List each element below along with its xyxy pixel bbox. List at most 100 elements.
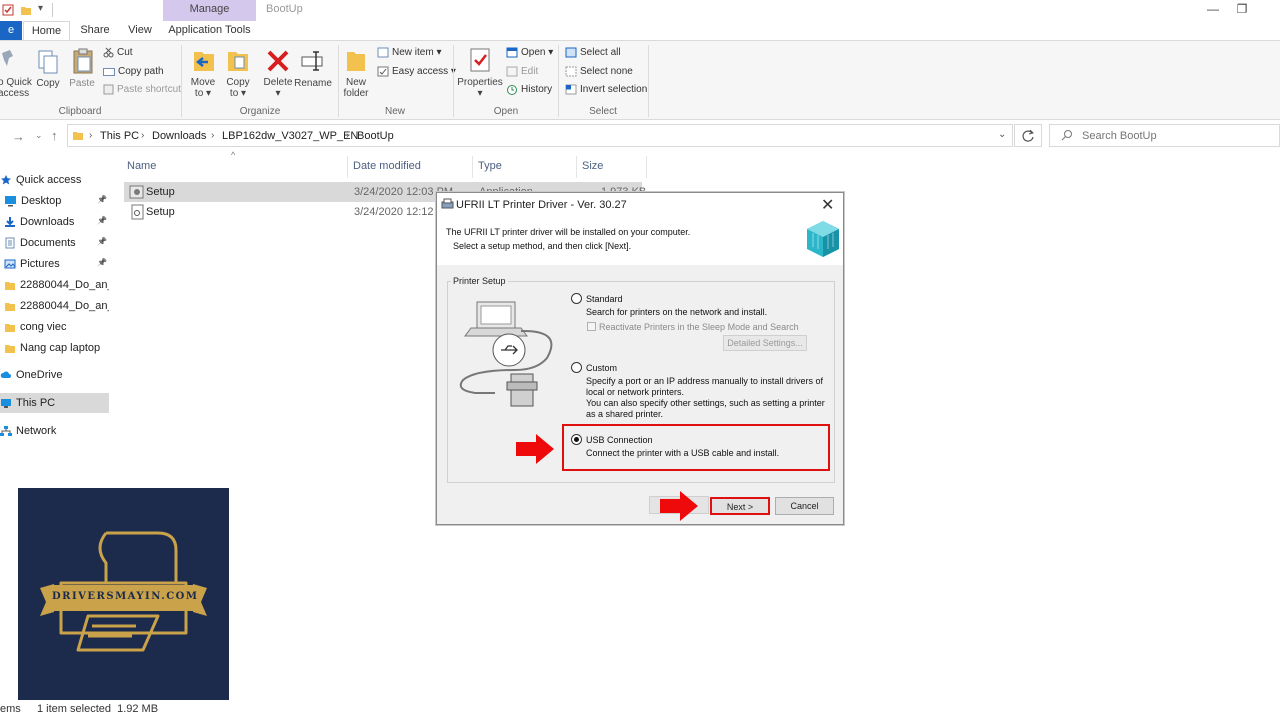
checkmark-icon[interactable] [2,4,14,16]
address-bar[interactable] [67,124,1013,147]
chevron-right-icon[interactable]: › [89,130,92,141]
address-dropdown-icon[interactable]: ⌄ [998,129,1006,140]
breadcrumb-this-pc[interactable]: This PC [100,130,139,142]
sidebar-item-downloads[interactable]: Downloads [0,212,109,232]
custom-label[interactable]: Custom [586,363,617,373]
select-all-icon [565,47,577,58]
copy-to-button[interactable]: Copy to ▾ [221,77,255,99]
next-button[interactable]: Next > [710,497,770,515]
close-icon[interactable]: ✕ [821,195,834,215]
sidebar-item-network[interactable]: Network [0,421,109,441]
chevron-right-icon[interactable]: › [346,130,349,141]
edit-button[interactable]: Edit [506,66,538,77]
sidebar-item-nang-cap-laptop[interactable]: Nang cap laptop [0,338,109,358]
pin-icon[interactable]: 📌 [97,258,107,267]
column-header-name[interactable]: Name [127,160,156,172]
column-divider[interactable] [347,156,348,178]
logo-text: DRIVERSMAYIN.COM [52,591,199,602]
red-arrow-icon [514,432,556,466]
new-item-button[interactable]: New item ▾ [377,47,441,58]
reactivate-checkbox-label: Reactivate Printers in the Sleep Mode an… [599,322,799,332]
pin-icon[interactable]: 📌 [97,237,107,246]
sidebar-item-desktop[interactable]: Desktop [0,191,109,211]
breadcrumb-lbp-folder[interactable]: LBP162dw_V3027_WP_EN [222,130,358,142]
sidebar-item-cong-viec[interactable]: cong viec [0,317,109,337]
pin-icon[interactable]: 📌 [97,216,107,225]
move-to-icon[interactable] [192,47,216,73]
dialog-intro-line1: The UFRII LT printer driver will be inst… [446,227,691,237]
invert-selection-icon [565,84,577,95]
breadcrumb-downloads[interactable]: Downloads [152,130,206,142]
copy-to-icon[interactable] [226,47,250,73]
back-arrow-icon[interactable]: → [12,129,25,144]
paste-button[interactable]: Paste [66,78,98,89]
sidebar-item-this-pc[interactable]: This PC [0,393,109,413]
search-input[interactable] [1082,127,1272,144]
standard-radio[interactable] [571,293,582,304]
column-header-type[interactable]: Type [478,160,502,172]
sidebar-item-22880044-do-an-k[interactable]: 22880044_Do_an_K [0,296,109,316]
tab-file[interactable]: e [0,21,22,40]
usb-connection-radio[interactable] [571,434,582,445]
sidebar-item-quick-access[interactable]: Quick access [0,170,109,190]
network-icon [0,425,12,437]
cut-button[interactable]: Cut [103,47,133,58]
tab-view[interactable]: View [120,21,160,40]
tab-application-tools[interactable]: Application Tools [163,21,256,40]
pin-icon[interactable]: 📌 [97,195,107,204]
history-button[interactable]: History [506,84,552,95]
rename-button[interactable]: Rename [294,78,332,89]
column-header-date[interactable]: Date modified [353,160,421,172]
tab-home[interactable]: Home [23,21,70,40]
select-none-button[interactable]: Select none [565,66,633,77]
maximize-button[interactable]: ❐ [1222,2,1262,20]
reactivate-checkbox[interactable] [587,322,596,331]
pin-quick-access-label[interactable]: o Quick access [0,77,32,99]
chevron-right-icon[interactable]: › [211,130,214,141]
custom-radio[interactable] [571,362,582,373]
new-folder-button[interactable]: New folder [338,77,374,99]
copy-button[interactable]: Copy [33,78,63,89]
cancel-button[interactable]: Cancel [775,497,834,515]
tab-share[interactable]: Share [74,21,116,40]
delete-button[interactable]: Delete ▾ [260,77,296,99]
new-folder-icon[interactable] [345,47,367,73]
breadcrumb-bootup[interactable]: BootUp [357,130,394,142]
open-button[interactable]: Open ▾ [506,47,553,58]
recent-locations-icon[interactable]: ⌄ [35,130,43,141]
copy-icon[interactable] [37,49,59,75]
installer-dialog: UFRII LT Printer Driver - Ver. 30.27 ✕ T… [436,192,844,525]
properties-icon[interactable] [468,47,492,73]
column-header-size[interactable]: Size [582,160,603,172]
chevron-right-icon[interactable]: › [141,130,144,141]
sidebar-item-pictures[interactable]: Pictures [0,254,109,274]
folder-icon[interactable] [20,4,32,16]
column-divider[interactable] [576,156,577,178]
pin-icon[interactable] [0,49,14,73]
cloud-icon [0,369,12,381]
up-arrow-icon[interactable]: ↑ [51,128,58,143]
invert-selection-button[interactable]: Invert selection [565,84,647,95]
delete-icon[interactable] [266,49,290,73]
standard-label[interactable]: Standard [586,294,623,304]
cut-label: Cut [117,47,133,58]
sidebar-item-22880044-do-an-k[interactable]: 22880044_Do_an_K [0,275,109,295]
easy-access-button[interactable]: Easy access ▾ [377,66,456,77]
refresh-button[interactable] [1014,124,1042,147]
paste-shortcut-button[interactable]: Paste shortcut [103,84,181,95]
move-to-button[interactable]: Move to ▾ [186,77,220,99]
detailed-settings-button[interactable]: Detailed Settings... [723,335,807,351]
column-divider[interactable] [646,156,647,178]
usb-connection-label[interactable]: USB Connection [586,435,653,445]
column-divider[interactable] [472,156,473,178]
properties-button[interactable]: Properties ▾ [457,77,503,99]
history-label: History [521,84,553,95]
sidebar-item-documents[interactable]: Documents [0,233,109,253]
easy-access-icon [377,66,389,77]
paste-icon[interactable] [71,47,95,75]
sidebar-item-onedrive[interactable]: OneDrive [0,365,109,385]
copy-path-button[interactable]: Copy path [103,66,164,77]
quick-access-dropdown-icon[interactable]: ▾ [38,3,43,14]
rename-icon[interactable] [300,49,326,73]
select-all-button[interactable]: Select all [565,47,621,58]
